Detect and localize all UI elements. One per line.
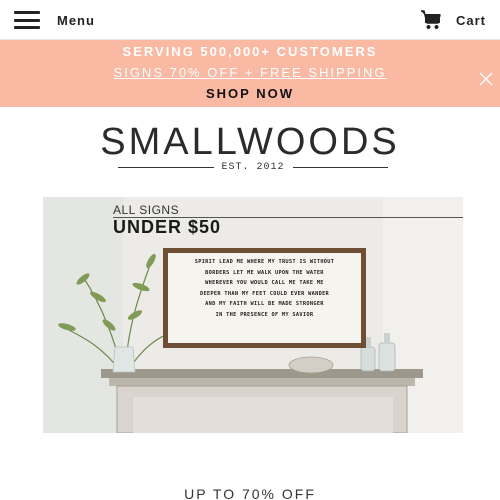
logo-tagline: EST. 2012 [118, 162, 389, 173]
promo-banner: SERVING 500,000+ CUSTOMERS SIGNS 70% OFF… [0, 40, 500, 107]
sign-line: SPIRIT LEAD ME WHERE MY TRUST IS WITHOUT [194, 259, 335, 265]
section-heading: UP TO 70% OFF [184, 486, 316, 500]
close-icon[interactable] [478, 71, 494, 87]
framed-sign-text: SPIRIT LEAD ME WHERE MY TRUST IS WITHOUT… [168, 253, 361, 343]
logo-rule-right [292, 167, 389, 168]
shop-now-link[interactable]: SHOP NOW [0, 86, 500, 101]
menu-button[interactable]: Menu [14, 9, 95, 31]
top-bar: Menu Cart [0, 0, 500, 40]
cart-button[interactable]: Cart [420, 8, 486, 32]
logo-rule-left [118, 167, 214, 168]
site-logo[interactable]: SMALLWOODS EST. 2012 [0, 121, 500, 173]
hero-overlay-headline: UNDER $50 [113, 217, 222, 237]
promo-customers-text: SERVING 500,000+ CUSTOMERS [122, 44, 378, 59]
promo-sale-link[interactable]: SIGNS 70% OFF + FREE SHIPPING [0, 65, 500, 80]
hero-overlay-small-text: ALL SIGNS [113, 203, 180, 217]
shopping-cart-icon [420, 10, 441, 29]
sign-line: IN THE PRESENCE OF MY SAVIOR [215, 311, 314, 318]
framed-sign: SPIRIT LEAD ME WHERE MY TRUST IS WITHOUT… [163, 248, 366, 348]
cart-label: Cart [455, 12, 486, 28]
menu-label: Menu [57, 12, 95, 28]
sign-line: BORDERS LET ME WALK UPON THE WATER [205, 269, 324, 276]
sign-line: DEEPER THAN MY FEET COULD EVER WANDER [199, 290, 330, 297]
sign-line: WHEREVER YOU WOULD CALL ME TAKE ME [205, 280, 324, 286]
logo-est-text: EST. 2012 [221, 162, 285, 173]
logo-wordmark: SMALLWOODS [100, 121, 400, 163]
sign-line: AND MY FAITH WILL BE MADE STRONGER [205, 301, 324, 307]
hamburger-icon [14, 11, 40, 29]
hero-banner[interactable]: ALL SIGNS UNDER $50 SPIRIT LEAD ME WHERE… [43, 197, 463, 433]
